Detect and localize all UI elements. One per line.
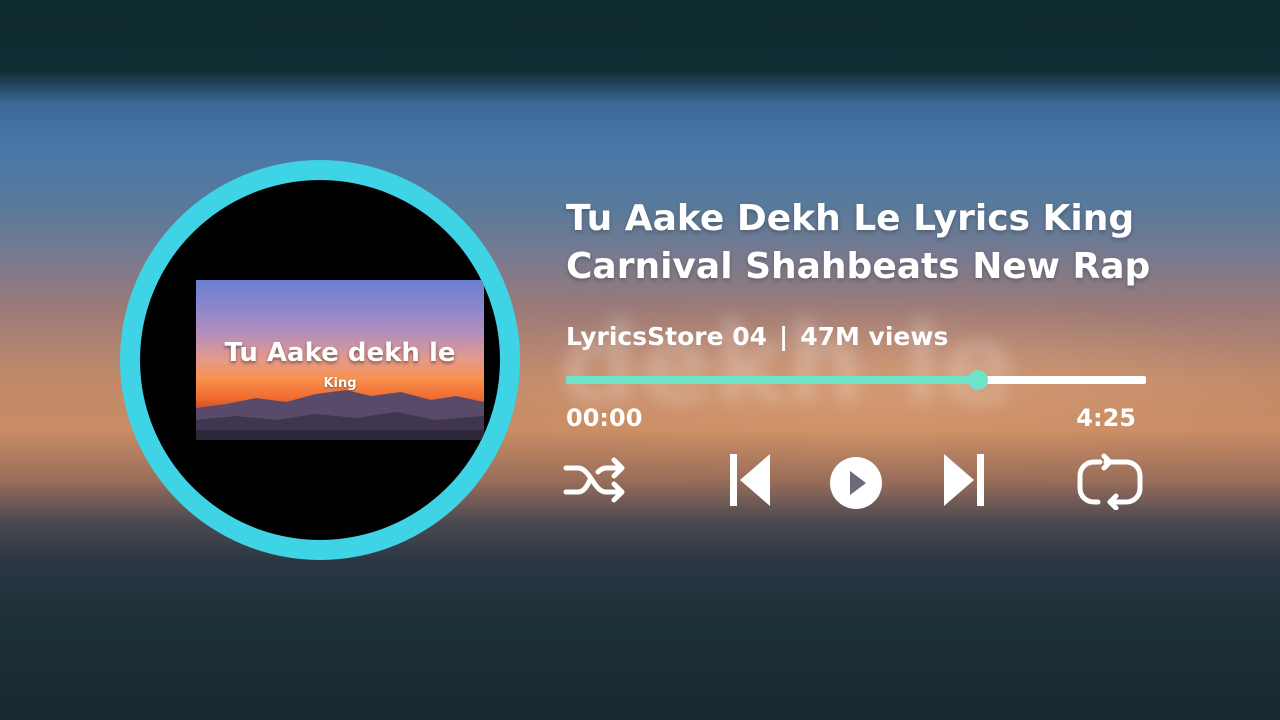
- current-time: 00:00: [566, 404, 643, 432]
- channel-name: LyricsStore 04: [566, 322, 768, 351]
- album-art-disc: Tu Aake dekh le King: [140, 180, 500, 540]
- shuffle-button[interactable]: [562, 450, 626, 510]
- progress-fill: [566, 376, 978, 384]
- skip-previous-icon: [730, 454, 770, 506]
- next-button[interactable]: [938, 450, 1002, 510]
- meta-separator: |: [779, 322, 789, 351]
- progress-handle[interactable]: [967, 370, 988, 390]
- view-count: 47M views: [800, 322, 949, 351]
- track-meta: LyricsStore 04 | 47M views: [566, 322, 948, 351]
- skip-next-icon: [944, 454, 984, 506]
- song-title-line-2: Carnival Shahbeats New Rap: [566, 246, 1151, 287]
- thumbnail-artist: King: [323, 376, 357, 391]
- thumbnail-title: Tu Aake dekh le: [224, 338, 456, 368]
- album-art-ring: Tu Aake dekh le King: [120, 160, 520, 560]
- song-title: Tu Aake Dekh Le Lyrics King Carnival Sha…: [566, 195, 1256, 291]
- repeat-button[interactable]: [1076, 450, 1143, 510]
- play-button[interactable]: [826, 450, 890, 510]
- repeat-icon: [1077, 453, 1143, 510]
- progress-bar[interactable]: [566, 370, 1146, 390]
- play-icon: [830, 457, 882, 509]
- shuffle-icon: [563, 457, 625, 503]
- previous-button[interactable]: [724, 450, 788, 510]
- album-thumbnail: Tu Aake dekh le King: [196, 280, 484, 440]
- total-time: 4:25: [1076, 404, 1136, 432]
- music-player: dekh le Tu Aake dekh le King Tu Aake Dek…: [0, 0, 1280, 720]
- song-title-line-1: Tu Aake Dekh Le Lyrics King: [566, 198, 1135, 239]
